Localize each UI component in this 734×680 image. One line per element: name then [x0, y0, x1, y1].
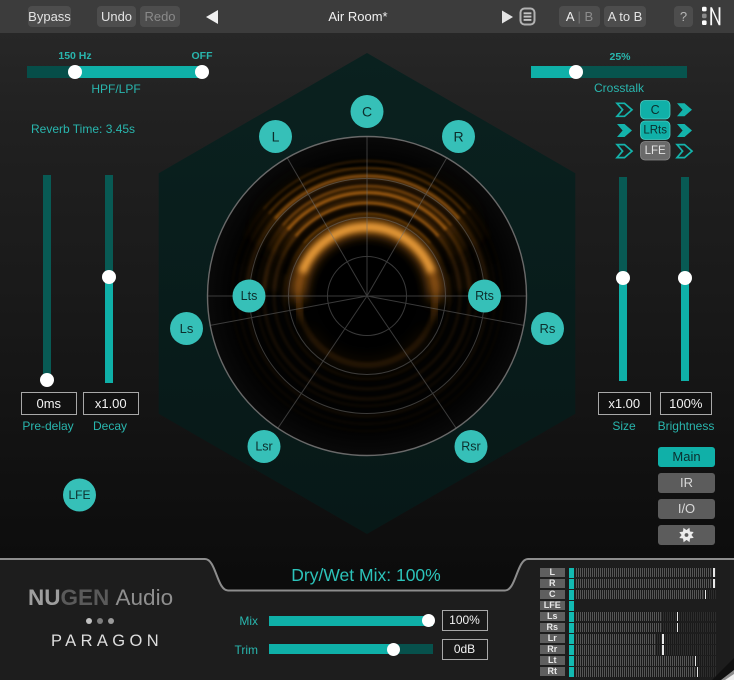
svg-text:Lts: Lts	[241, 289, 258, 303]
svg-text:Rs: Rs	[540, 321, 556, 336]
svg-text:Ls: Ls	[180, 321, 194, 336]
svg-text:LFE: LFE	[68, 488, 90, 502]
svg-text:Rsr: Rsr	[461, 440, 480, 454]
svg-text:Lsr: Lsr	[255, 440, 272, 454]
svg-text:LFE: LFE	[645, 145, 666, 157]
svg-text:L: L	[272, 129, 280, 145]
svg-text:LRts: LRts	[643, 125, 667, 137]
svg-text:R: R	[453, 129, 463, 145]
svg-text:C: C	[362, 104, 372, 120]
svg-text:Rts: Rts	[475, 289, 494, 303]
svg-text:C: C	[651, 103, 660, 117]
